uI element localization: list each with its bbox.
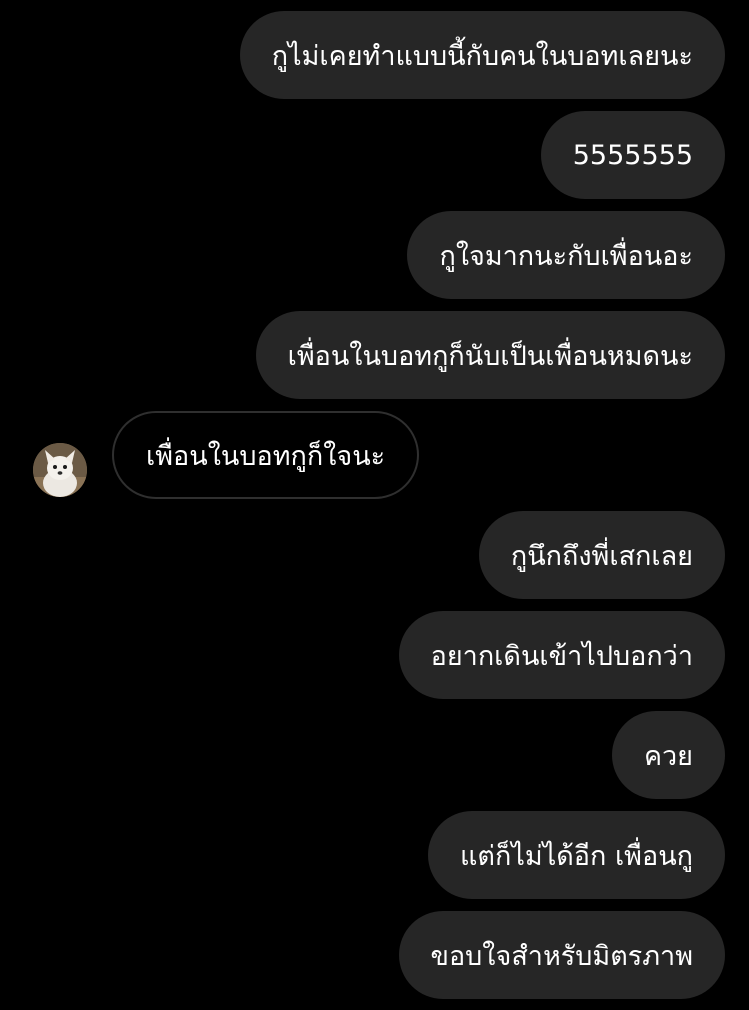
message-bubble-incoming[interactable]: เพื่อนในบอทกูก็ใจนะ bbox=[112, 411, 420, 499]
message-text: เพื่อนในบอทกูก็ใจนะ bbox=[146, 440, 386, 472]
dog-avatar-icon bbox=[33, 443, 87, 497]
message-text: แต่ก็ไม่ได้อีก เพื่อนกู bbox=[460, 840, 693, 872]
message-text: กูไม่เคยทำแบบนี้กับคนในบอทเลยนะ bbox=[271, 40, 693, 72]
message-bubble-outgoing[interactable]: เพื่อนในบอทกูก็นับเป็นเพื่อนหมดนะ bbox=[255, 311, 725, 399]
message-text: กูใจมากนะกับเพื่อนอะ bbox=[439, 240, 693, 272]
message-text: 5555555 bbox=[572, 139, 693, 171]
message-text: ควย bbox=[643, 740, 693, 772]
message-bubble-outgoing[interactable]: 5555555 bbox=[540, 111, 725, 199]
sender-avatar[interactable] bbox=[33, 443, 87, 497]
message-bubble-outgoing[interactable]: กูนึกถึงพี่เสกเลย bbox=[478, 511, 725, 599]
message-text: อยากเดินเข้าไปบอกว่า bbox=[430, 640, 693, 672]
message-text: เพื่อนในบอทกูก็นับเป็นเพื่อนหมดนะ bbox=[287, 340, 693, 372]
message-text: กูนึกถึงพี่เสกเลย bbox=[510, 540, 693, 572]
message-bubble-outgoing[interactable]: กูใจมากนะกับเพื่อนอะ bbox=[407, 211, 725, 299]
message-bubble-outgoing[interactable]: อยากเดินเข้าไปบอกว่า bbox=[398, 611, 725, 699]
message-bubble-outgoing[interactable]: กูไม่เคยทำแบบนี้กับคนในบอทเลยนะ bbox=[239, 11, 725, 99]
message-text: ขอบใจสำหรับมิตรภาพ bbox=[430, 940, 694, 972]
message-bubble-outgoing[interactable]: ขอบใจสำหรับมิตรภาพ bbox=[398, 911, 725, 999]
message-bubble-outgoing[interactable]: ควย bbox=[611, 711, 725, 799]
message-thread: กูไม่เคยทำแบบนี้กับคนในบอทเลยนะ 5555555 … bbox=[0, 0, 749, 1010]
message-bubble-outgoing[interactable]: แต่ก็ไม่ได้อีก เพื่อนกู bbox=[428, 811, 725, 899]
